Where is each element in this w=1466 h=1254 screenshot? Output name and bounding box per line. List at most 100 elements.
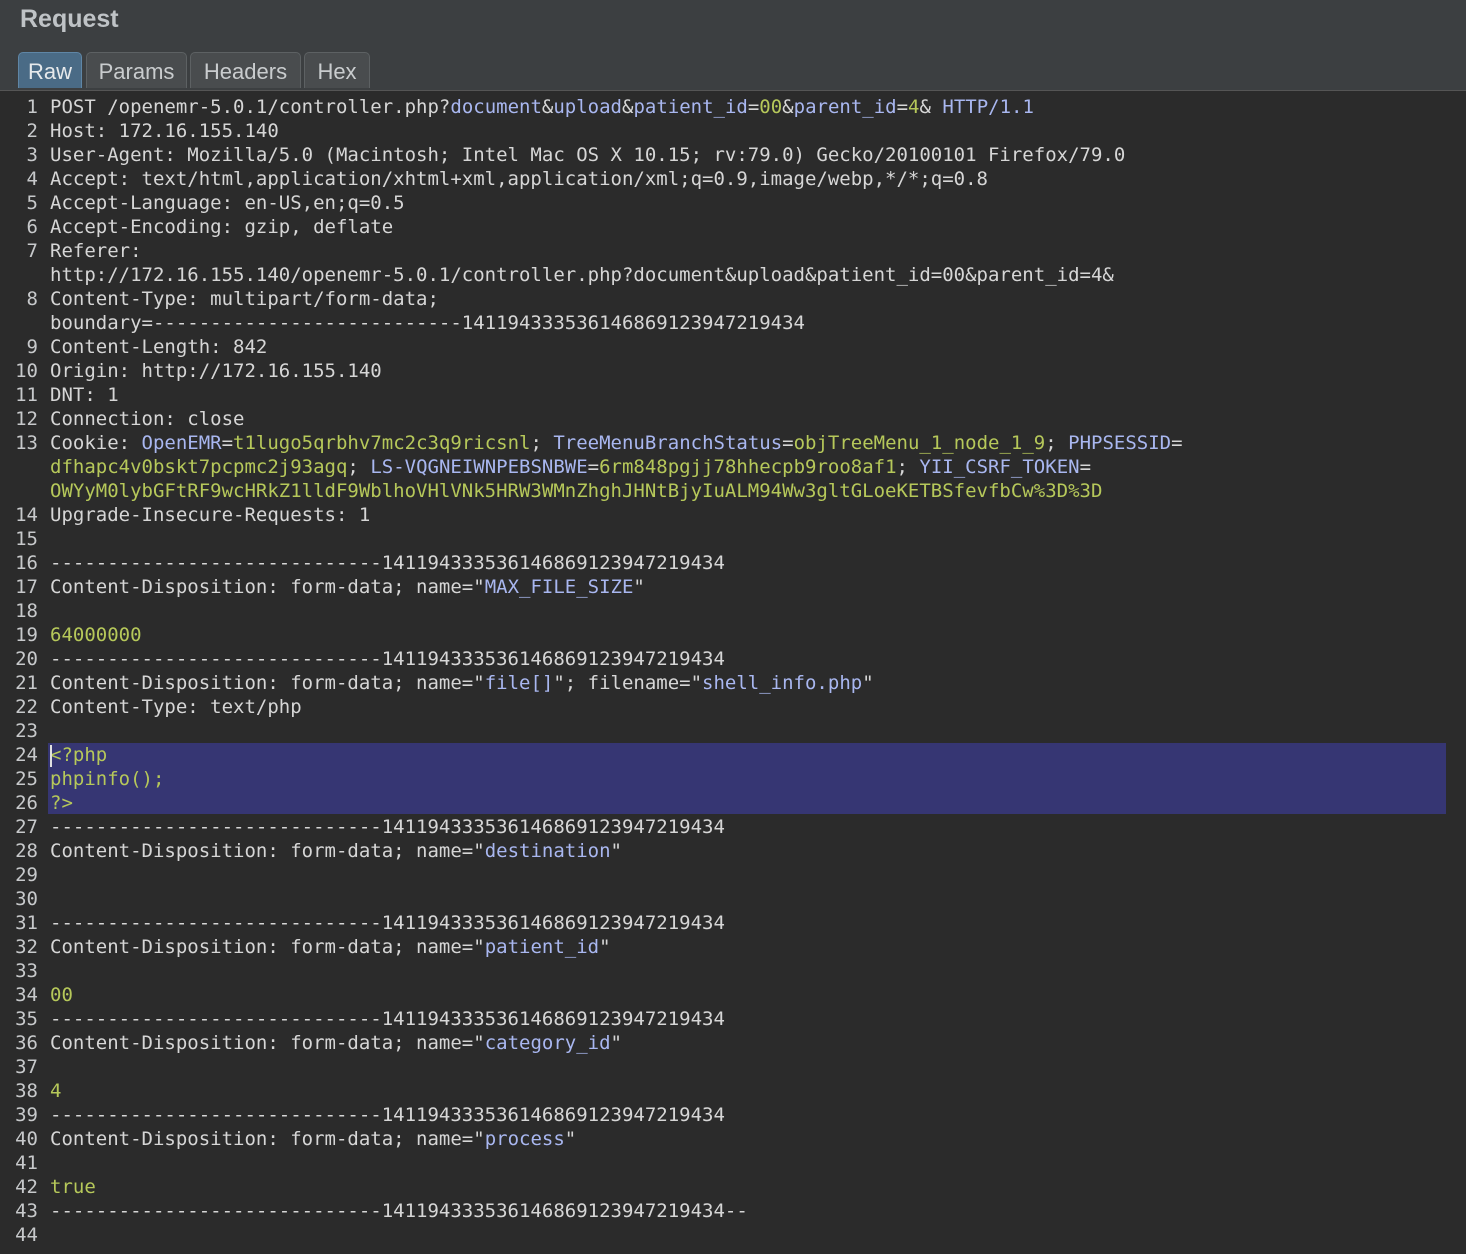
line-number: 22 xyxy=(15,696,38,718)
code-token: User-Agent: Mozilla/5.0 (Macintosh; Inte… xyxy=(50,144,1126,166)
code-token: Referer: xyxy=(50,240,142,262)
code-token: 64000000 xyxy=(50,624,142,646)
code-line[interactable]: OWYyM0lybGFtRF9wcHRkZ1lldF9WblhoVHlVNk5H… xyxy=(50,479,1102,503)
line-number: 33 xyxy=(15,960,38,982)
line-number xyxy=(0,455,38,479)
line-number: 11 xyxy=(15,384,38,406)
code-token: parent_id xyxy=(793,96,897,118)
code-line[interactable]: -----------------------------14119433353… xyxy=(50,1007,725,1031)
code-line[interactable]: -----------------------------14119433353… xyxy=(50,911,725,935)
code-token: & xyxy=(621,96,634,118)
code-line[interactable]: User-Agent: Mozilla/5.0 (Macintosh; Inte… xyxy=(50,143,1125,167)
code-line[interactable]: Upgrade-Insecure-Requests: 1 xyxy=(50,503,370,527)
code-token: Content-Type: multipart/form-data; xyxy=(50,288,439,310)
code-token: <?php xyxy=(50,744,108,766)
line-number: 17 xyxy=(15,576,38,598)
code-line[interactable]: -----------------------------14119433353… xyxy=(50,1103,725,1127)
line-number: 3 xyxy=(26,144,38,166)
panel-title: Request xyxy=(20,5,119,33)
code-token: phpinfo(); xyxy=(50,768,165,790)
code-line[interactable]: dfhapc4v0bskt7pcpmc2j93agq; LS-VQGNEIWNP… xyxy=(50,455,1091,479)
line-number: 2 xyxy=(26,120,38,142)
code-token: & xyxy=(919,96,943,118)
code-line[interactable]: Content-Disposition: form-data; name="ca… xyxy=(50,1031,622,1055)
code-line[interactable]: true xyxy=(50,1175,96,1199)
code-line[interactable]: Accept-Encoding: gzip, deflate xyxy=(50,215,393,239)
code-line[interactable]: Content-Disposition: form-data; name="pa… xyxy=(50,935,611,959)
tab-params[interactable]: Params xyxy=(86,52,187,88)
code-line[interactable]: http://172.16.155.140/openemr-5.0.1/cont… xyxy=(50,263,1114,287)
code-token: upload xyxy=(553,96,622,118)
code-token: "; filename=" xyxy=(553,672,703,694)
request-editor[interactable]: 1 2 3 4 5 6 7 8 9 10 11 12 13 14 15 16 17 18 19 20 21 22 23 24 2… xyxy=(0,90,1466,1254)
code-token: DNT: 1 xyxy=(50,384,119,406)
line-number: 42 xyxy=(15,1176,38,1198)
code-token: Content-Disposition: form-data; name=" xyxy=(50,576,485,598)
code-line[interactable]: Content-Disposition: form-data; name="fi… xyxy=(50,671,874,695)
code-line[interactable]: Content-Disposition: form-data; name="de… xyxy=(50,839,622,863)
line-number: 20 xyxy=(15,648,38,670)
code-line[interactable]: Content-Type: multipart/form-data; xyxy=(50,287,439,311)
line-number: 23 xyxy=(15,720,38,742)
code-line[interactable]: Content-Length: 842 xyxy=(50,335,267,359)
panel-header: Request xyxy=(0,0,1466,54)
code-line[interactable]: Accept: text/html,application/xhtml+xml,… xyxy=(50,167,988,191)
code-line[interactable]: DNT: 1 xyxy=(50,383,119,407)
code-token: -----------------------------14119433353… xyxy=(50,1104,725,1126)
code-token: Content-Length: 842 xyxy=(50,336,268,358)
code-token: OWYyM0lybGFtRF9wcHRkZ1lldF9WblhoVHlVNk5H… xyxy=(50,480,1103,502)
line-number: 14 xyxy=(15,504,38,526)
code-line[interactable]: ?> xyxy=(50,791,73,815)
code-token: MAX_FILE_SIZE xyxy=(484,576,634,598)
code-line[interactable]: Referer: xyxy=(50,239,142,263)
code-line[interactable]: <?php xyxy=(50,743,107,767)
code-line[interactable]: Host: 172.16.155.140 xyxy=(50,119,279,143)
code-line[interactable]: phpinfo(); xyxy=(50,767,164,791)
code-token: Connection: close xyxy=(50,408,245,430)
code-line[interactable]: -----------------------------14119433353… xyxy=(50,647,725,671)
code-line[interactable]: Origin: http://172.16.155.140 xyxy=(50,359,382,383)
code-token: t1lugo5qrbhv7mc2c3q9ricsnl xyxy=(233,432,531,454)
code-token: http://172.16.155.140/openemr-5.0.1/cont… xyxy=(50,264,1114,286)
code-line[interactable]: POST /openemr-5.0.1/controller.php?docum… xyxy=(50,95,1034,119)
code-line[interactable]: Accept-Language: en-US,en;q=0.5 xyxy=(50,191,405,215)
line-number: 24 xyxy=(15,744,38,766)
code-token: -----------------------------14119433353… xyxy=(50,648,725,670)
line-number: 21 xyxy=(15,672,38,694)
line-number: 34 xyxy=(15,984,38,1006)
line-number xyxy=(0,479,38,503)
line-number: 28 xyxy=(15,840,38,862)
code-token: ; xyxy=(347,456,371,478)
code-line[interactable]: Content-Disposition: form-data; name="pr… xyxy=(50,1127,576,1151)
code-token: " xyxy=(610,1032,622,1054)
code-token: ; xyxy=(530,432,554,454)
line-number: 31 xyxy=(15,912,38,934)
code-token: process xyxy=(484,1128,565,1150)
code-token: boundary=---------------------------1411… xyxy=(50,312,805,334)
code-line[interactable]: Content-Type: text/php xyxy=(50,695,302,719)
code-token: objTreeMenu_1_node_1_9 xyxy=(793,432,1046,454)
code-token: Accept-Language: en-US,en;q=0.5 xyxy=(50,192,405,214)
line-number: 10 xyxy=(15,360,38,382)
code-line[interactable]: Content-Disposition: form-data; name="MA… xyxy=(50,575,645,599)
code-line[interactable]: -----------------------------14119433353… xyxy=(50,815,725,839)
line-number: 40 xyxy=(15,1128,38,1150)
code-token: destination xyxy=(484,840,611,862)
code-line[interactable]: -----------------------------14119433353… xyxy=(50,1199,748,1223)
code-token: HTTP/1.1 xyxy=(942,96,1034,118)
code-line[interactable]: boundary=---------------------------1411… xyxy=(50,311,805,335)
code-token: Host: 172.16.155.140 xyxy=(50,120,279,142)
code-line[interactable]: Cookie: OpenEMR=t1lugo5qrbhv7mc2c3q9rics… xyxy=(50,431,1183,455)
code-line[interactable]: 4 xyxy=(50,1079,61,1103)
code-token: & xyxy=(541,96,554,118)
code-line[interactable]: -----------------------------14119433353… xyxy=(50,551,725,575)
tab-bar: Raw Params Headers Hex xyxy=(0,50,1466,90)
tab-hex[interactable]: Hex xyxy=(304,52,370,88)
code-line[interactable]: Connection: close xyxy=(50,407,244,431)
tab-raw[interactable]: Raw xyxy=(18,52,82,88)
tab-headers[interactable]: Headers xyxy=(190,52,301,88)
code-line[interactable]: 64000000 xyxy=(50,623,142,647)
code-line[interactable]: 00 xyxy=(50,983,73,1007)
code-token: Content-Disposition: form-data; name=" xyxy=(50,1032,485,1054)
code-token: ?> xyxy=(50,792,73,814)
